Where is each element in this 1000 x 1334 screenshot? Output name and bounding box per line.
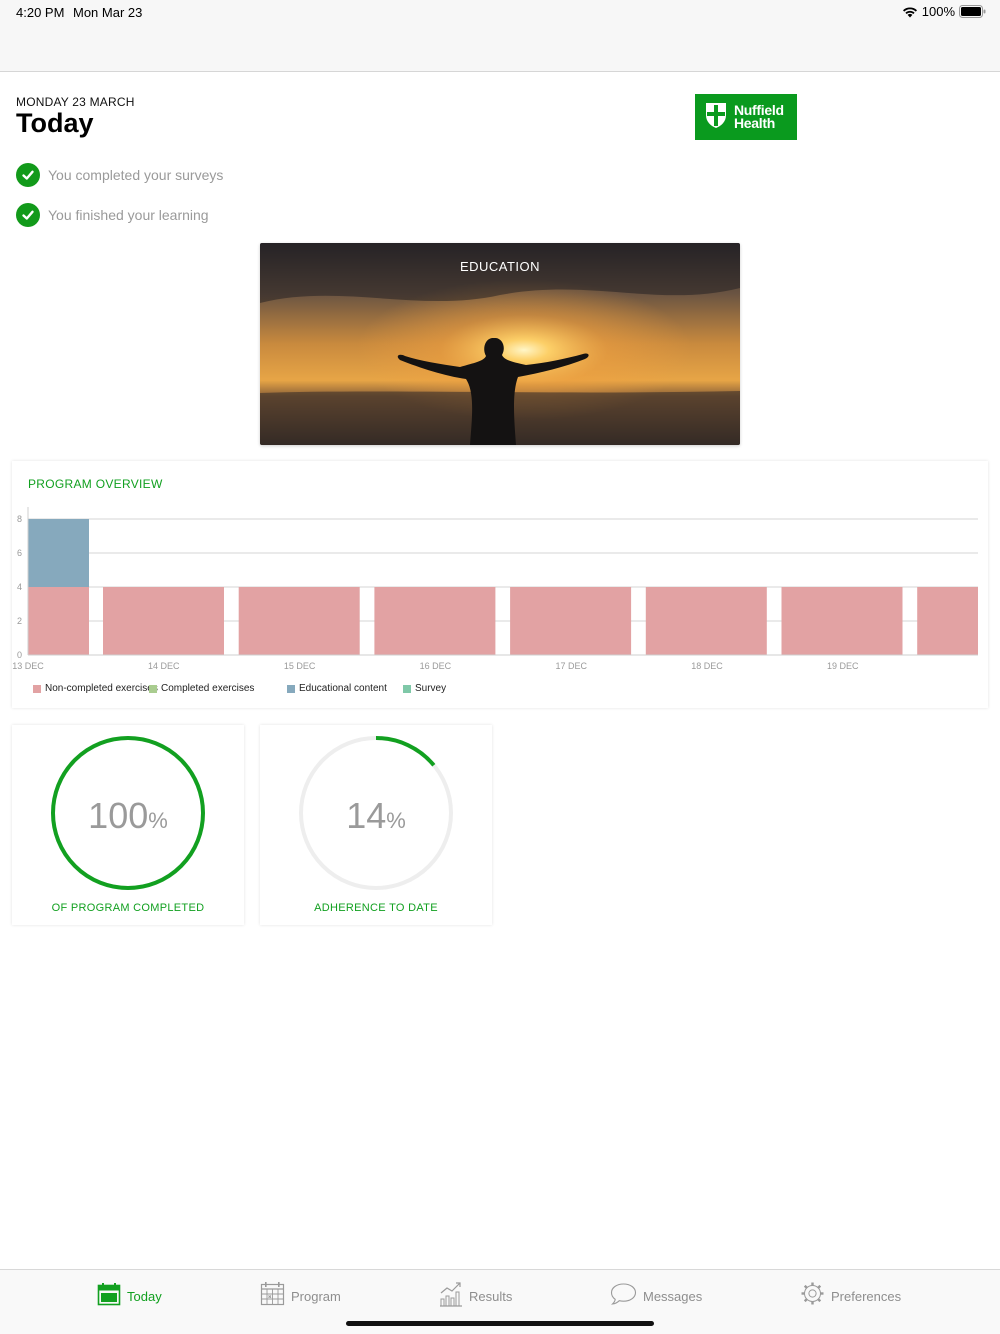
wifi-icon bbox=[902, 6, 918, 18]
y-tick-label: 6 bbox=[17, 548, 22, 558]
bar-non-completed-exercises bbox=[781, 587, 903, 655]
status-time: 4:20 PM bbox=[16, 5, 65, 20]
tab-label: Preferences bbox=[831, 1288, 902, 1304]
bar-non-completed-exercises bbox=[374, 587, 496, 655]
calendar-grid-icon bbox=[260, 1281, 285, 1311]
tab-label: Today bbox=[127, 1288, 162, 1304]
chart-icon bbox=[439, 1281, 463, 1312]
tab-label: Results bbox=[469, 1288, 513, 1304]
y-tick-label: 0 bbox=[17, 650, 22, 660]
legend-item: Non-completed exercises bbox=[33, 683, 158, 694]
logo-wordmark: Nuffield Health bbox=[734, 102, 784, 131]
bar-non-completed-exercises bbox=[28, 587, 89, 655]
x-tick-label: 16 DEC bbox=[420, 661, 452, 671]
bar-educational-content bbox=[28, 519, 89, 587]
tab-results[interactable]: Results bbox=[439, 1281, 513, 1312]
bar-non-completed-exercises bbox=[510, 587, 632, 655]
tab-preferences[interactable]: Preferences bbox=[800, 1282, 901, 1310]
checkmark-icon bbox=[16, 203, 40, 227]
adherence-value: 14% bbox=[346, 795, 406, 836]
checkmark-icon bbox=[16, 163, 40, 187]
status-date: Mon Mar 23 bbox=[73, 5, 143, 20]
speech-bubble-icon bbox=[610, 1282, 637, 1311]
tab-messages[interactable]: Messages bbox=[610, 1282, 702, 1310]
bar-non-completed-exercises bbox=[645, 587, 767, 655]
y-tick-label: 4 bbox=[17, 582, 22, 592]
gear-tooth bbox=[817, 1298, 822, 1303]
x-tick-label: 14 DEC bbox=[148, 661, 180, 671]
gear-tooth bbox=[803, 1284, 808, 1289]
tab-label: Messages bbox=[643, 1288, 703, 1304]
completed-surveys-item: You completed your surveys bbox=[16, 163, 223, 187]
nuffield-health-logo: Nuffield Health bbox=[695, 94, 797, 140]
adherence-label: ADHERENCE TO DATE bbox=[314, 902, 438, 914]
gear-icon bbox=[800, 1281, 825, 1311]
progress-value: 100% bbox=[88, 795, 168, 836]
gear-tooth bbox=[803, 1298, 808, 1303]
status-bar: 4:20 PM Mon Mar 23 100% bbox=[0, 0, 1000, 72]
page-title: Today bbox=[16, 108, 94, 138]
date-heading: MONDAY 23 MARCH bbox=[16, 95, 135, 109]
legend-item: Educational content bbox=[287, 683, 387, 694]
legend-swatch bbox=[149, 684, 157, 693]
program-overview-chart: 0 2 4 6 8 13 DEC 14 DEC 15 DEC 16 DEC 17 DEC 18 DE… bbox=[12, 507, 978, 671]
x-tick-label: 13 DEC bbox=[12, 661, 44, 671]
x-tick-label: 15 DEC bbox=[284, 661, 316, 671]
calendar-today-icon bbox=[97, 1282, 121, 1311]
education-label: EDUCATION bbox=[459, 259, 541, 274]
bar-non-completed-exercises bbox=[103, 587, 224, 655]
battery-icon bbox=[959, 5, 986, 18]
completed-learning-item: You finished your learning bbox=[16, 203, 209, 227]
progress-label: OF PROGRAM COMPLETED bbox=[51, 902, 205, 914]
bar-non-completed-exercises bbox=[238, 587, 360, 655]
x-tick-label: 18 DEC bbox=[691, 661, 723, 671]
shield-cross-icon bbox=[704, 101, 728, 134]
education-card[interactable]: EDUCATION bbox=[260, 243, 740, 445]
bar-non-completed-exercises bbox=[917, 587, 978, 655]
legend-swatch bbox=[287, 684, 295, 693]
legend-swatch bbox=[403, 684, 411, 693]
tab-label: Program bbox=[291, 1288, 341, 1304]
home-indicator bbox=[346, 1321, 654, 1326]
legend-item: Survey bbox=[403, 683, 446, 694]
legend-swatch bbox=[33, 684, 41, 693]
gear-tooth bbox=[817, 1284, 822, 1289]
completed-item-text: You completed your surveys bbox=[48, 167, 224, 183]
tab-program[interactable]: Program bbox=[260, 1282, 341, 1310]
completed-item-text: You finished your learning bbox=[48, 207, 209, 223]
program-overview-card: 0 2 4 6 8 13 DEC 14 DEC 15 DEC 16 DEC 17 DEC 18 DE… bbox=[12, 461, 988, 708]
status-indicators: 100% bbox=[902, 4, 986, 19]
battery-percent: 100% bbox=[921, 4, 955, 19]
adherence-card: 14% ADHERENCE TO DATE bbox=[260, 725, 492, 925]
y-tick-label: 2 bbox=[17, 616, 22, 626]
legend-item: Completed exercises bbox=[149, 683, 254, 694]
program-overview-title: PROGRAM OVERVIEW bbox=[28, 477, 163, 491]
x-tick-label: 17 DEC bbox=[555, 661, 587, 671]
x-tick-label: 19 DEC bbox=[827, 661, 859, 671]
program-completed-card: 100% OF PROGRAM COMPLETED bbox=[12, 725, 244, 925]
tab-today[interactable]: Today bbox=[97, 1282, 162, 1310]
y-tick-label: 8 bbox=[17, 514, 22, 524]
